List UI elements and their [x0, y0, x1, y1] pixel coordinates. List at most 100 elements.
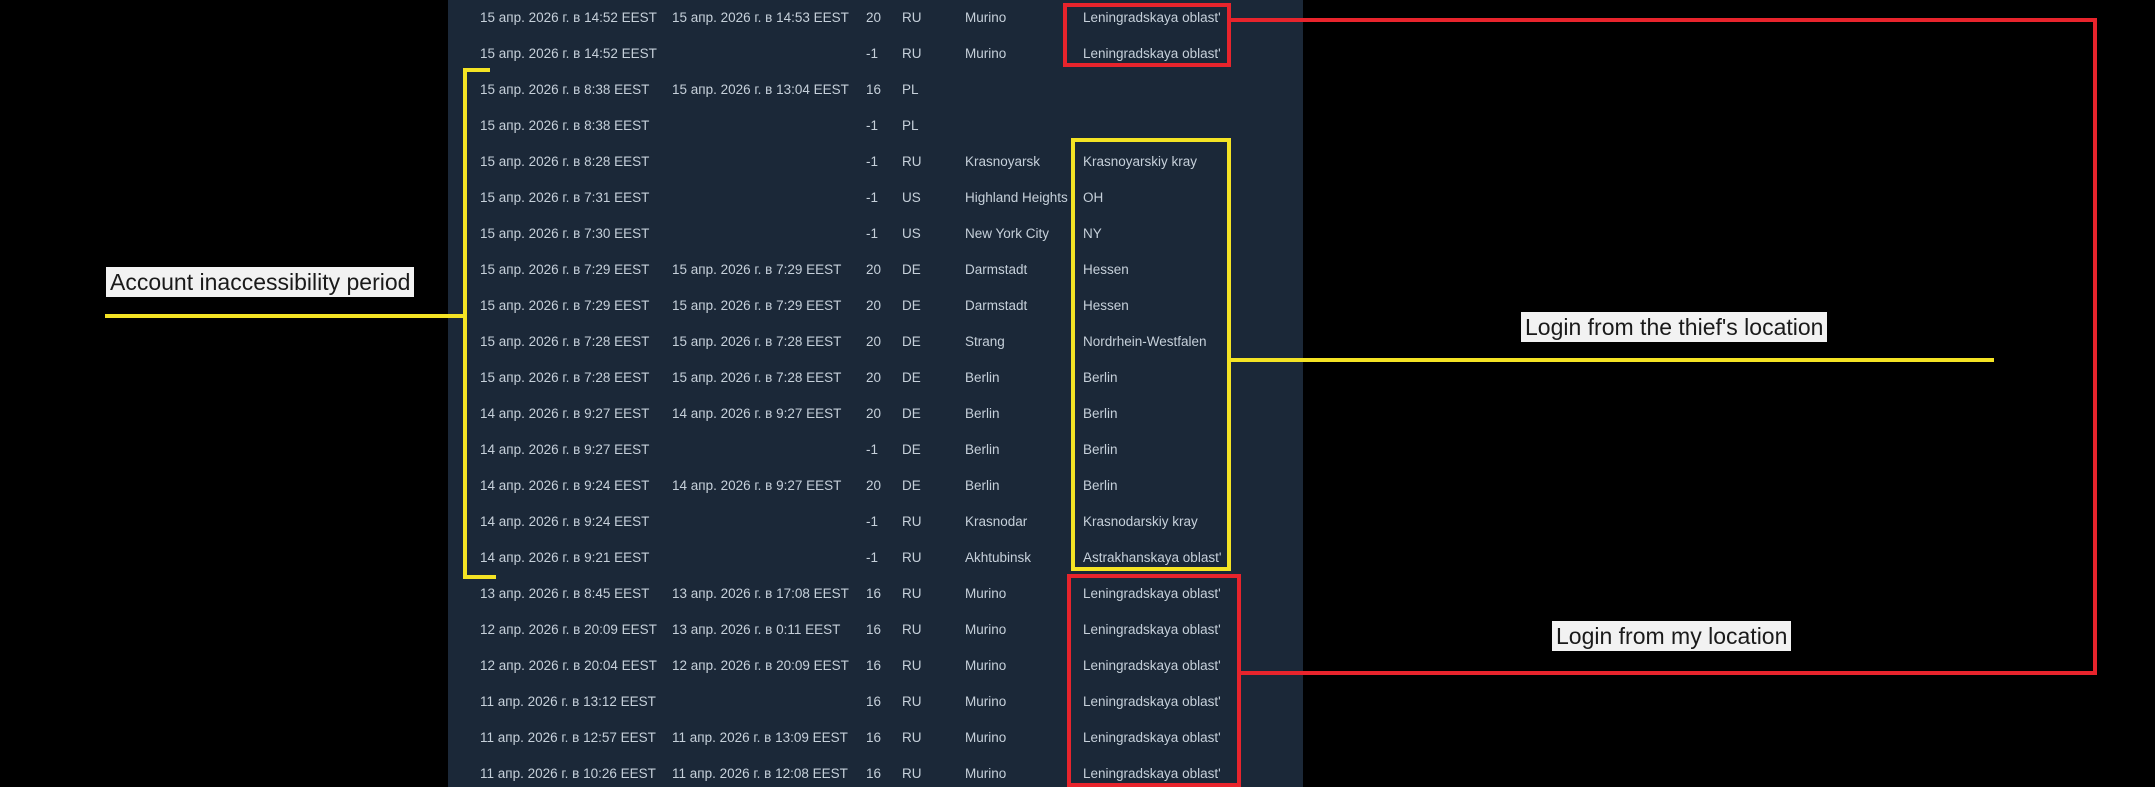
end-time-cell: 11 апр. 2026 г. в 12:08 EEST — [672, 766, 848, 781]
city-cell: Highland Heights — [965, 190, 1068, 205]
city-cell: Berlin — [965, 406, 1000, 421]
red-connector-right — [2093, 18, 2097, 675]
code-cell: -1 — [866, 514, 879, 529]
city-cell: Murino — [965, 694, 1007, 709]
end-time-cell: 14 апр. 2026 г. в 9:27 EEST — [672, 406, 842, 421]
country-cell: RU — [902, 10, 922, 25]
city-cell: Murino — [965, 46, 1007, 61]
start-time-cell: 12 апр. 2026 г. в 20:04 EEST — [480, 658, 657, 673]
country-cell: RU — [902, 730, 922, 745]
city-cell: Darmstadt — [965, 262, 1028, 277]
code-cell: 20 — [866, 10, 882, 25]
city-cell: Berlin — [965, 478, 1000, 493]
code-cell: 16 — [866, 622, 882, 637]
end-time-cell: 15 апр. 2026 г. в 14:53 EEST — [672, 10, 849, 25]
start-time-cell: 14 апр. 2026 г. в 9:21 EEST — [480, 550, 650, 565]
code-cell: 20 — [866, 478, 882, 493]
start-time-cell: 15 апр. 2026 г. в 14:52 EEST — [480, 46, 657, 61]
start-time-cell: 11 апр. 2026 г. в 13:12 EEST — [480, 694, 656, 709]
country-cell: PL — [902, 82, 919, 97]
country-cell: US — [902, 190, 921, 205]
end-time-cell: 15 апр. 2026 г. в 7:29 EEST — [672, 262, 842, 277]
code-cell: 20 — [866, 370, 882, 385]
country-cell: DE — [902, 478, 921, 493]
city-cell: Murino — [965, 766, 1007, 781]
code-cell: 16 — [866, 694, 882, 709]
code-cell: -1 — [866, 154, 879, 169]
end-time-cell: 14 апр. 2026 г. в 9:27 EEST — [672, 478, 842, 493]
start-time-cell: 15 апр. 2026 г. в 7:29 EEST — [480, 298, 650, 313]
country-cell: DE — [902, 442, 921, 457]
start-time-cell: 14 апр. 2026 г. в 9:27 EEST — [480, 442, 650, 457]
country-cell: DE — [902, 262, 921, 277]
start-time-cell: 15 апр. 2026 г. в 8:28 EEST — [480, 154, 650, 169]
code-cell: 20 — [866, 298, 882, 313]
code-cell: 20 — [866, 262, 882, 277]
city-cell: Strang — [965, 334, 1005, 349]
country-cell: RU — [902, 694, 922, 709]
start-time-cell: 11 апр. 2026 г. в 10:26 EEST — [480, 766, 656, 781]
start-time-cell: 13 апр. 2026 г. в 8:45 EEST — [480, 586, 650, 601]
country-cell: DE — [902, 370, 921, 385]
start-time-cell: 15 апр. 2026 г. в 7:28 EEST — [480, 370, 650, 385]
end-time-cell: 11 апр. 2026 г. в 13:09 EEST — [672, 730, 848, 745]
end-time-cell: 15 апр. 2026 г. в 13:04 EEST — [672, 82, 849, 97]
city-cell: Murino — [965, 622, 1007, 637]
city-cell: Berlin — [965, 442, 1000, 457]
end-time-cell: 13 апр. 2026 г. в 0:11 EEST — [672, 622, 841, 637]
label-thief-location: Login from the thief's location — [1521, 312, 1828, 342]
end-time-cell: 12 апр. 2026 г. в 20:09 EEST — [672, 658, 849, 673]
city-cell: Akhtubinsk — [965, 550, 1032, 565]
country-cell: PL — [902, 118, 919, 133]
start-time-cell: 14 апр. 2026 г. в 9:24 EEST — [480, 514, 650, 529]
code-cell: 16 — [866, 766, 882, 781]
end-time-cell: 13 апр. 2026 г. в 17:08 EEST — [672, 586, 849, 601]
table-row: 15 апр. 2026 г. в 8:38 EEST 15 апр. 2026… — [448, 72, 1303, 108]
start-time-cell: 12 апр. 2026 г. в 20:09 EEST — [480, 622, 657, 637]
country-cell: US — [902, 226, 921, 241]
start-time-cell: 11 апр. 2026 г. в 12:57 EEST — [480, 730, 656, 745]
city-cell: Krasnodar — [965, 514, 1028, 529]
start-time-cell: 15 апр. 2026 г. в 7:31 EEST — [480, 190, 650, 205]
yellow-bracket-bottom — [463, 575, 496, 579]
start-time-cell: 15 апр. 2026 г. в 7:28 EEST — [480, 334, 650, 349]
yellow-highlight-thief-regions — [1071, 138, 1231, 571]
red-highlight-top-regions — [1063, 3, 1231, 67]
country-cell: RU — [902, 658, 922, 673]
label-my-location: Login from my location — [1552, 621, 1792, 651]
annotated-screenshot: 15 апр. 2026 г. в 14:52 EEST 15 апр. 202… — [0, 0, 2155, 787]
city-cell: Murino — [965, 730, 1007, 745]
city-cell: New York City — [965, 226, 1050, 241]
country-cell: RU — [902, 46, 922, 61]
yellow-connector-thief — [1231, 358, 1994, 362]
country-cell: DE — [902, 298, 921, 313]
code-cell: 16 — [866, 730, 882, 745]
country-cell: RU — [902, 586, 922, 601]
start-time-cell: 15 апр. 2026 г. в 8:38 EEST — [480, 118, 650, 133]
yellow-bracket-top — [463, 68, 490, 72]
code-cell: 16 — [866, 586, 882, 601]
start-time-cell: 15 апр. 2026 г. в 14:52 EEST — [480, 10, 657, 25]
start-time-cell: 14 апр. 2026 г. в 9:24 EEST — [480, 478, 650, 493]
label-account-inaccessibility: Account inaccessibility period — [106, 267, 415, 297]
city-cell: Murino — [965, 658, 1007, 673]
code-cell: -1 — [866, 226, 879, 241]
country-cell: RU — [902, 514, 922, 529]
country-cell: DE — [902, 334, 921, 349]
code-cell: -1 — [866, 118, 879, 133]
end-time-cell: 15 апр. 2026 г. в 7:29 EEST — [672, 298, 842, 313]
start-time-cell: 15 апр. 2026 г. в 8:38 EEST — [480, 82, 650, 97]
code-cell: -1 — [866, 190, 879, 205]
code-cell: -1 — [866, 550, 879, 565]
city-cell: Berlin — [965, 370, 1000, 385]
code-cell: 16 — [866, 82, 882, 97]
country-cell: RU — [902, 622, 922, 637]
country-cell: RU — [902, 766, 922, 781]
country-cell: RU — [902, 550, 922, 565]
code-cell: 16 — [866, 658, 882, 673]
code-cell: 20 — [866, 406, 882, 421]
end-time-cell: 15 апр. 2026 г. в 7:28 EEST — [672, 334, 842, 349]
city-cell: Murino — [965, 10, 1007, 25]
code-cell: -1 — [866, 442, 879, 457]
start-time-cell: 14 апр. 2026 г. в 9:27 EEST — [480, 406, 650, 421]
